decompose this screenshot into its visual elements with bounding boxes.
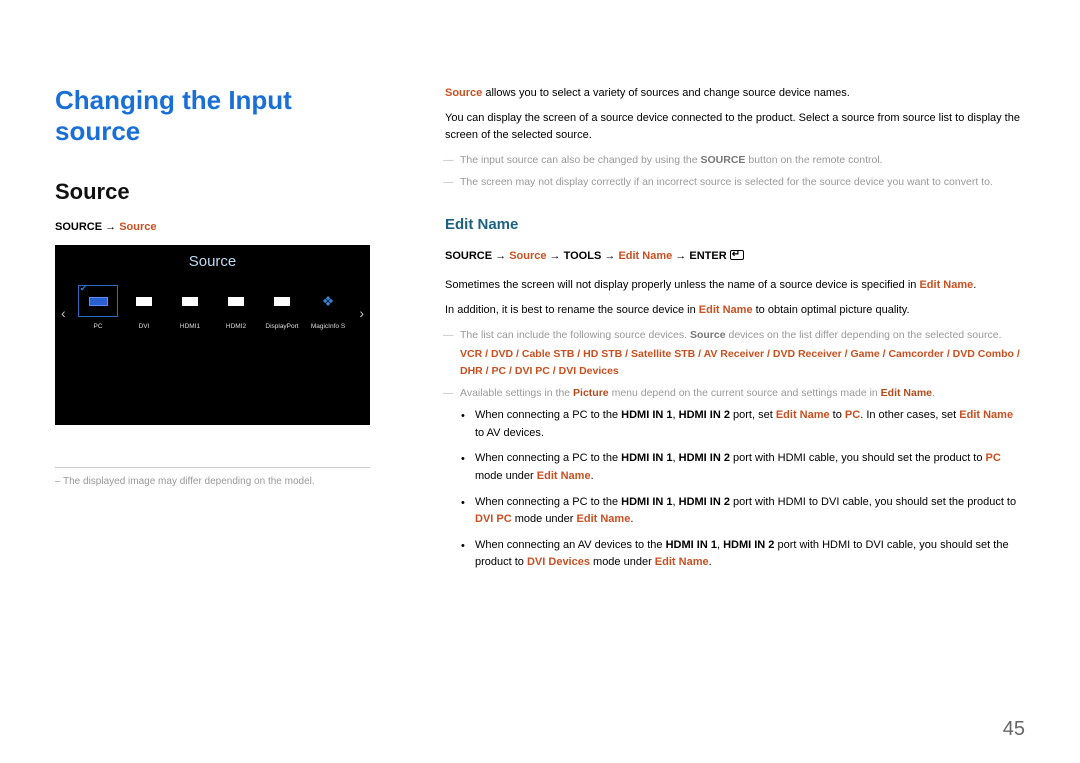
tile-magicinfo[interactable]: ❖ MagicInfo S xyxy=(307,285,349,330)
para-rename: In addition, it is best to rename the so… xyxy=(445,302,1025,319)
note-source-button: The input source can also be changed by … xyxy=(445,152,1025,168)
chevron-left-icon[interactable]: ‹ xyxy=(61,305,66,321)
port-icon xyxy=(136,297,152,306)
screenshot-caption: The displayed image may differ depending… xyxy=(55,476,370,487)
divider xyxy=(55,467,370,468)
tile-label: HDMI1 xyxy=(180,323,200,330)
tile-label: PC xyxy=(93,323,102,330)
source-tiles: ✔ PC DVI HDMI1 HDMI2 xyxy=(77,285,349,330)
right-column: Source allows you to select a variety of… xyxy=(445,85,1025,580)
bullet-1: When connecting a PC to the HDMI IN 1, H… xyxy=(475,407,1025,442)
screenshot-title: Source xyxy=(55,253,370,270)
tile-hdmi1[interactable]: HDMI1 xyxy=(169,285,211,330)
page-number: 45 xyxy=(1003,718,1025,741)
left-column: Changing the Input source Source SOURCE … xyxy=(55,85,370,580)
note-device-list: The list can include the following sourc… xyxy=(445,327,1025,379)
note-picture-settings: Available settings in the Picture menu d… xyxy=(445,385,1025,401)
section-heading: Source xyxy=(55,179,370,205)
check-icon: ✔ xyxy=(80,284,87,293)
bullet-2: When connecting a PC to the HDMI IN 1, H… xyxy=(475,450,1025,485)
bullet-3: When connecting a PC to the HDMI IN 1, H… xyxy=(475,494,1025,529)
magicinfo-icon: ❖ xyxy=(322,293,335,310)
intro-line-1: Source allows you to select a variety of… xyxy=(445,85,1025,102)
subheading-edit-name: Edit Name xyxy=(445,213,1025,236)
bullet-list: When connecting a PC to the HDMI IN 1, H… xyxy=(445,407,1025,572)
para-specify-name: Sometimes the screen will not display pr… xyxy=(445,277,1025,294)
tile-hdmi2[interactable]: HDMI2 xyxy=(215,285,257,330)
intro-line-2: You can display the screen of a source d… xyxy=(445,110,1025,144)
port-icon xyxy=(228,297,244,306)
path-source-2: Source xyxy=(119,221,156,233)
port-icon xyxy=(274,297,290,306)
enter-icon xyxy=(730,250,744,260)
device-options: VCR / DVD / Cable STB / HD STB / Satelli… xyxy=(460,346,1025,379)
nav-path: SOURCE → Source xyxy=(55,221,370,233)
tile-label: HDMI2 xyxy=(226,323,246,330)
note-incorrect-source: The screen may not display correctly if … xyxy=(445,174,1025,190)
tile-label: MagicInfo S xyxy=(311,323,345,330)
arrow-icon: → xyxy=(105,221,119,233)
port-icon xyxy=(182,297,198,306)
chevron-right-icon[interactable]: › xyxy=(359,305,364,321)
tile-label: DisplayPort xyxy=(265,323,298,330)
tile-label: DVI xyxy=(139,323,150,330)
nav-path-edit-name: SOURCE → Source → TOOLS → Edit Name → EN… xyxy=(445,248,1025,265)
tile-dvi[interactable]: DVI xyxy=(123,285,165,330)
path-source: SOURCE xyxy=(55,221,102,233)
bullet-4: When connecting an AV devices to the HDM… xyxy=(475,537,1025,572)
vga-icon xyxy=(89,297,108,306)
tile-displayport[interactable]: DisplayPort xyxy=(261,285,303,330)
tile-pc[interactable]: ✔ PC xyxy=(77,285,119,330)
source-screenshot: Source ‹ › ✔ PC DVI HDMI1 xyxy=(55,245,370,425)
page-title: Changing the Input source xyxy=(55,85,370,147)
